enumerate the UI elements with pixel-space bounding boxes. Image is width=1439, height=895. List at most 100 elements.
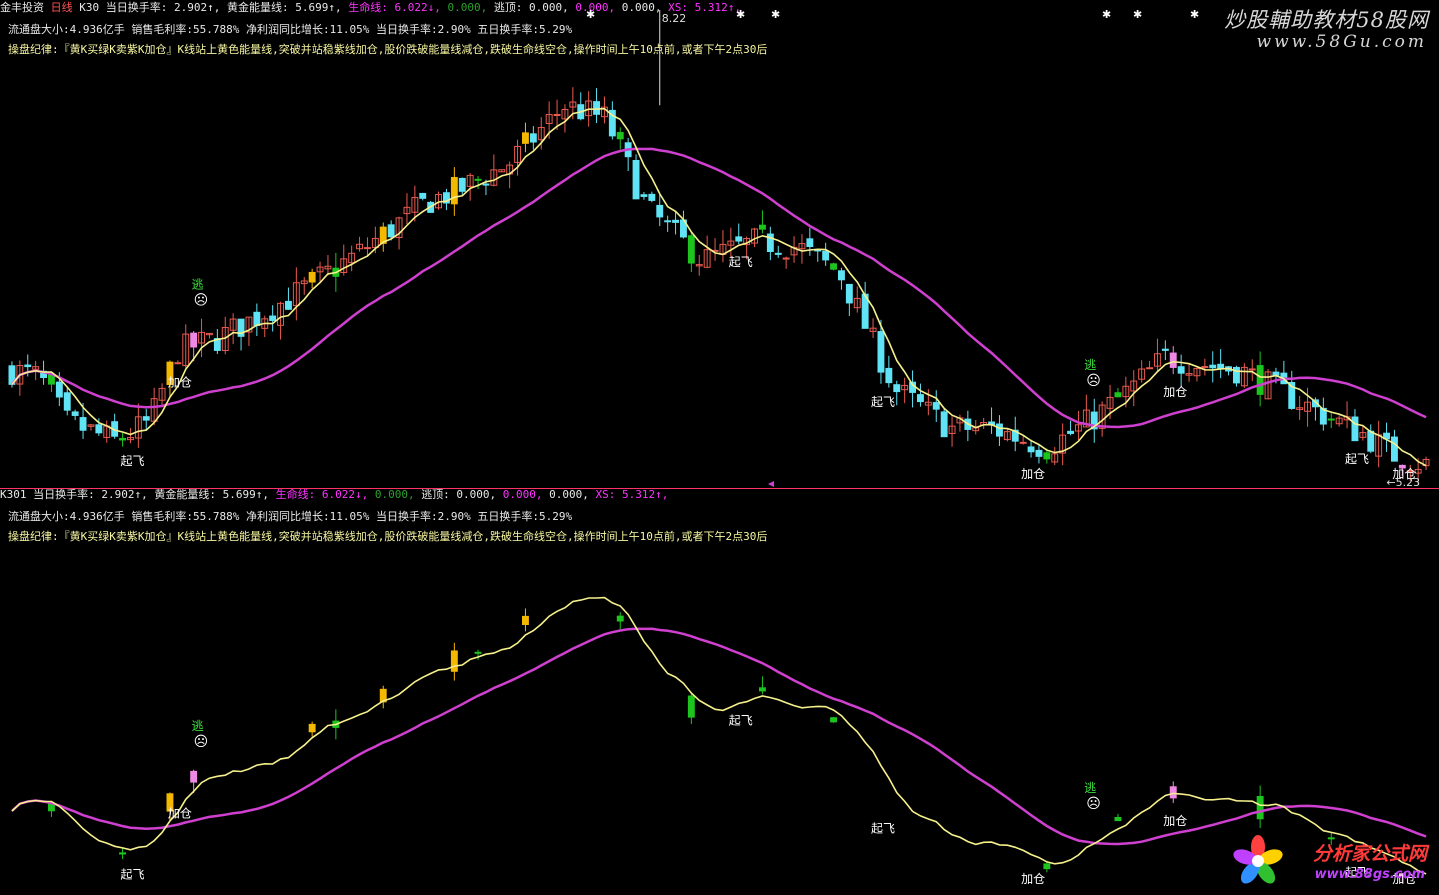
top-candle-body-144 — [1146, 367, 1153, 370]
bottom-candle-body-147 — [1169, 786, 1177, 799]
top-candle-body-6 — [55, 381, 63, 398]
top-marker-star-0: ✱ — [586, 8, 595, 21]
bottom-signal-4: 起飞 — [871, 822, 895, 836]
top-signal-8: 起飞 — [1345, 452, 1369, 466]
top-signal-3: 起飞 — [729, 255, 753, 269]
top-candle-body-140 — [1114, 392, 1122, 398]
top-candle-body-134 — [1067, 430, 1074, 434]
top-candle-body-131 — [1043, 452, 1051, 460]
top-signal-4: 起飞 — [871, 395, 895, 409]
top-candle-body-130 — [1035, 449, 1043, 457]
top-candle-body-52 — [419, 192, 427, 199]
top-candle-body-2 — [24, 364, 32, 368]
top-candle-body-35 — [285, 300, 292, 310]
top-candle-body-152 — [1209, 364, 1217, 369]
bottom-face-icon-6: ☹ — [1086, 796, 1101, 812]
top-candle-body-57 — [458, 177, 466, 192]
bottom-face-icon-2: ☹ — [194, 734, 209, 750]
top-candle-body-7 — [63, 392, 71, 411]
bottom-signal-5: 加仓 — [1021, 872, 1045, 886]
top-candle-body-97 — [774, 252, 782, 255]
top-candle-body-23 — [190, 332, 198, 348]
bottom-energy-line — [11, 596, 1427, 875]
bottom-candle-body-158 — [1256, 795, 1264, 820]
top-candle-body-8 — [71, 411, 79, 416]
top-candle-body-148 — [1177, 366, 1185, 374]
top-candle-body-48 — [387, 224, 395, 238]
top-candle-body-84 — [672, 219, 679, 223]
top-candle-body-83 — [664, 220, 672, 223]
bottom-signal-0: 起飞 — [121, 868, 145, 882]
top-candle-body-153 — [1217, 363, 1225, 369]
top-candle-body-80 — [640, 194, 648, 197]
top-candle-body-158 — [1256, 365, 1264, 395]
top-candle-body-115 — [917, 394, 924, 403]
top-candle-body-38 — [308, 271, 316, 283]
top-face-icon-6: ☹ — [1086, 373, 1101, 389]
top-marker-star-1: ✱ — [736, 8, 745, 21]
bottom-candle-body-95 — [759, 687, 766, 692]
top-signal-2: 逃 — [192, 278, 204, 292]
top-candle-body-167 — [1327, 418, 1335, 421]
top-signal-1: 加仓 — [168, 375, 192, 389]
top-candle-body-157 — [1248, 368, 1256, 371]
watermark-58gu: 炒股輔助教材58股网 www.58Gu.com — [1207, 0, 1435, 58]
top-marker-star-2: ✱ — [771, 8, 780, 21]
bottom-candle-body-14 — [119, 852, 126, 855]
bottom-signal-6: 逃 — [1084, 781, 1096, 795]
flower-logo-icon — [1233, 835, 1283, 884]
bottom-candle-body-56 — [450, 650, 458, 672]
top-candle-body-110 — [877, 331, 885, 373]
watermark-58gu-url: www.58Gu.com — [1256, 32, 1427, 52]
top-candle-body-79 — [632, 159, 640, 200]
top-candle-body-95 — [759, 224, 766, 230]
top-candle-body-170 — [1351, 416, 1359, 442]
top-candle-body-147 — [1169, 352, 1177, 368]
top-candle-body-92 — [735, 236, 743, 242]
top-candle-body-77 — [616, 132, 624, 140]
top-candle-body-151 — [1201, 365, 1209, 368]
low-price-label: ←5.23 — [1386, 476, 1420, 489]
bottom-candle-body-140 — [1114, 816, 1122, 822]
top-candle-body-66 — [529, 133, 537, 143]
top-candle-body-104 — [830, 263, 837, 270]
top-signal-5: 加仓 — [1021, 467, 1045, 481]
top-candle-body-74 — [593, 101, 600, 115]
top-candle-body-56 — [450, 177, 458, 205]
top-candle-body-175 — [1391, 436, 1398, 462]
watermark-88gs: 分析家公式网 www.88gs.com — [1228, 833, 1433, 891]
candlestick-chart-svg[interactable]: 起飞加仓逃☹起飞起飞加仓逃☹加仓起飞加仓起飞加仓逃☹起飞起飞加仓逃☹加仓起飞 加仓… — [0, 0, 1439, 895]
bottom-signal-7: 加仓 — [1163, 814, 1187, 828]
top-candle-body-106 — [845, 283, 853, 304]
top-candle-body-17 — [142, 416, 150, 421]
top-marker-star-5: ✱ — [1190, 8, 1199, 21]
top-face-icon-2: ☹ — [194, 293, 209, 309]
bottom-signal-2: 逃 — [192, 719, 204, 733]
stock-chart-window: { "top": { "status_segments": [ {"t":"金丰… — [0, 0, 1439, 895]
top-candle-body-59 — [474, 178, 482, 181]
top-candle-body-82 — [656, 204, 664, 218]
top-candle-body-31 — [253, 311, 261, 326]
watermark-88gs-title: 分析家公式网 — [1312, 843, 1427, 865]
top-signal-6: 逃 — [1084, 358, 1096, 372]
top-candle-body-21 — [174, 362, 182, 365]
top-candle-body-146 — [1161, 348, 1169, 351]
top-candle-body-103 — [822, 250, 830, 261]
top-candle-body-117 — [932, 402, 940, 410]
top-candle-body-128 — [1019, 441, 1027, 444]
top-candle-body-112 — [893, 384, 901, 393]
scroll-left-arrow-icon[interactable] — [768, 481, 774, 487]
top-energy-line — [11, 107, 1427, 467]
top-candle-body-125 — [996, 423, 1003, 437]
top-candle-body-111 — [885, 367, 893, 384]
bottom-candle-body-131 — [1043, 863, 1051, 870]
top-candle-body-60 — [482, 183, 490, 186]
top-candle-body-45 — [364, 247, 371, 250]
bottom-candle-body-104 — [830, 717, 837, 723]
top-candle-body-33 — [269, 315, 277, 321]
bottom-candle-body-38 — [308, 723, 316, 733]
top-candle-body-101 — [806, 238, 814, 248]
top-candle-body-81 — [648, 193, 656, 201]
top-candle-body-14 — [119, 437, 126, 441]
high-price-label: 8.22 — [662, 12, 687, 25]
